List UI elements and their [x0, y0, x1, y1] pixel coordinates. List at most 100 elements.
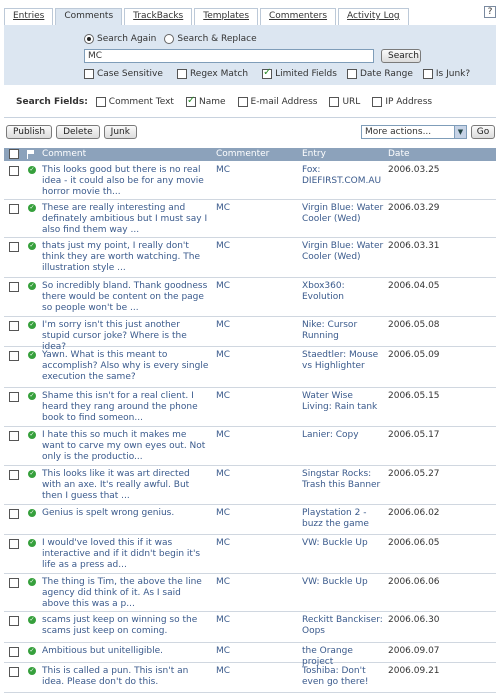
- help-icon[interactable]: ?: [484, 6, 496, 18]
- date-value: 2006.06.30: [388, 615, 440, 625]
- comment-link[interactable]: I hate this so much it makes me want to …: [42, 430, 210, 463]
- comment-link[interactable]: So incredibly bland. Thank goodness ther…: [42, 281, 210, 314]
- email-checkbox[interactable]: [237, 97, 248, 107]
- publish-button[interactable]: Publish: [6, 125, 53, 139]
- regex-match-label: Regex Match: [189, 69, 249, 79]
- row-checkbox[interactable]: [9, 282, 19, 292]
- go-button[interactable]: Go: [471, 125, 495, 139]
- search-button[interactable]: Search: [381, 49, 421, 63]
- case-sensitive-checkbox[interactable]: [84, 69, 94, 79]
- commenter-link[interactable]: MC: [216, 350, 230, 360]
- comment-link[interactable]: Yawn. What is this meant to accomplish? …: [42, 350, 210, 383]
- commenter-link[interactable]: MC: [216, 646, 230, 656]
- row-checkbox[interactable]: [9, 392, 19, 402]
- delete-button[interactable]: Delete: [56, 125, 100, 139]
- commenter-link[interactable]: MC: [216, 391, 230, 401]
- row-checkbox[interactable]: [9, 616, 19, 626]
- tab-entries[interactable]: Entries: [4, 8, 54, 25]
- entry-link[interactable]: Fox: DIEFIRST.COM.AU: [302, 165, 384, 187]
- row-checkbox[interactable]: [9, 351, 19, 361]
- comment-link[interactable]: This is called a pun. This isn't an idea…: [42, 666, 210, 688]
- date-value: 2006.03.29: [388, 203, 440, 213]
- commenter-link[interactable]: MC: [216, 469, 230, 479]
- junk-button[interactable]: Junk: [103, 125, 137, 139]
- row-checkbox[interactable]: [9, 166, 19, 176]
- commenter-link[interactable]: MC: [216, 241, 230, 251]
- header-commenter[interactable]: Commenter: [216, 148, 269, 161]
- comment-text-checkbox[interactable]: [95, 97, 106, 107]
- limited-fields-checkbox[interactable]: [262, 67, 273, 79]
- entry-link[interactable]: VW: Buckle Up: [302, 577, 384, 588]
- row-checkbox[interactable]: [9, 242, 19, 252]
- tab-templates[interactable]: Templates: [194, 8, 259, 25]
- comment-link[interactable]: thats just my point, I really don't thin…: [42, 241, 210, 274]
- name-label: Name: [198, 97, 226, 107]
- entry-link[interactable]: Staedtler: Mouse vs Highlighter: [302, 350, 384, 372]
- row-checkbox[interactable]: [9, 321, 19, 331]
- row-checkbox[interactable]: [9, 470, 19, 480]
- commenter-link[interactable]: MC: [216, 615, 230, 625]
- comment-link[interactable]: Ambitious but unitelligible.: [42, 646, 210, 657]
- commenter-link[interactable]: MC: [216, 508, 230, 518]
- comment-link[interactable]: These are really interesting and definat…: [42, 203, 210, 236]
- header-comment[interactable]: Comment: [42, 148, 86, 161]
- comment-link[interactable]: scams just keep on winning so the scams …: [42, 615, 210, 637]
- entry-link[interactable]: Playstation 2 - buzz the game: [302, 508, 384, 530]
- row-checkbox[interactable]: [9, 509, 19, 519]
- ip-address-checkbox[interactable]: [372, 97, 383, 107]
- tab-activity-log[interactable]: Activity Log: [338, 8, 409, 25]
- commenter-link[interactable]: MC: [216, 430, 230, 440]
- entry-link[interactable]: Water Wise Living: Rain tank: [302, 391, 384, 413]
- date-range-checkbox[interactable]: [346, 69, 357, 79]
- search-replace-radio[interactable]: [164, 34, 175, 44]
- comment-link[interactable]: This looks like it was art directed with…: [42, 469, 210, 502]
- regex-match-checkbox[interactable]: [176, 69, 187, 79]
- row-checkbox[interactable]: [9, 204, 19, 214]
- tab-comments[interactable]: Comments: [55, 8, 123, 25]
- table-row: ✓ Shame this isn't for a real client. I h…: [4, 388, 496, 427]
- url-label: URL: [342, 97, 361, 107]
- tab-commenters[interactable]: Commenters: [260, 8, 337, 25]
- entry-link[interactable]: Virgin Blue: Water Cooler (Wed): [302, 203, 384, 225]
- entry-link[interactable]: Xbox360: Evolution: [302, 281, 384, 303]
- url-checkbox[interactable]: [329, 97, 340, 107]
- select-all-checkbox[interactable]: [9, 149, 19, 159]
- field-comment-text: Comment Text: [95, 97, 174, 107]
- commenter-link[interactable]: MC: [216, 203, 230, 213]
- comment-link[interactable]: I would've loved this if it was interact…: [42, 538, 210, 571]
- entry-link[interactable]: Reckitt Banckiser: Oops: [302, 615, 384, 637]
- entry-link[interactable]: Virgin Blue: Water Cooler (Wed): [302, 241, 384, 263]
- commenter-link[interactable]: MC: [216, 577, 230, 587]
- entry-link[interactable]: Singstar Rocks: Trash this Banner: [302, 469, 384, 491]
- entry-link[interactable]: Nike: Cursor Running: [302, 320, 384, 342]
- commenter-link[interactable]: MC: [216, 320, 230, 330]
- entry-link[interactable]: Toshiba: Don't even go there!: [302, 666, 384, 688]
- row-checkbox[interactable]: [9, 667, 19, 677]
- entry-link[interactable]: Lanier: Copy: [302, 430, 384, 441]
- tab-trackbacks[interactable]: TrackBacks: [124, 8, 193, 25]
- comment-link[interactable]: This looks good but there is no real ide…: [42, 165, 210, 198]
- table-row: ✓ Yawn. What is this meant to accomplish?…: [4, 347, 496, 388]
- search-input[interactable]: MC: [84, 49, 374, 63]
- commenter-link[interactable]: MC: [216, 165, 230, 175]
- search-again-radio[interactable]: [84, 34, 94, 44]
- comment-link[interactable]: Genius is spelt wrong genius.: [42, 508, 210, 519]
- published-check-icon: ✓: [28, 321, 36, 329]
- name-checkbox[interactable]: [185, 95, 196, 107]
- row-checkbox[interactable]: [9, 431, 19, 441]
- entry-link[interactable]: VW: Buckle Up: [302, 538, 384, 549]
- row-checkbox[interactable]: [9, 539, 19, 549]
- header-entry[interactable]: Entry: [302, 148, 326, 161]
- row-checkbox[interactable]: [9, 647, 19, 657]
- commenter-link[interactable]: MC: [216, 666, 230, 676]
- more-actions-select[interactable]: More actions... ▼: [361, 125, 467, 139]
- commenter-link[interactable]: MC: [216, 538, 230, 548]
- published-check-icon: ✓: [28, 204, 36, 212]
- row-checkbox[interactable]: [9, 578, 19, 588]
- field-email: E-mail Address: [237, 97, 317, 107]
- is-junk-checkbox[interactable]: [422, 69, 433, 79]
- commenter-link[interactable]: MC: [216, 281, 230, 291]
- header-date[interactable]: Date: [388, 148, 410, 161]
- comment-link[interactable]: The thing is Tim, the above the line age…: [42, 577, 210, 610]
- comment-link[interactable]: Shame this isn't for a real client. I he…: [42, 391, 210, 424]
